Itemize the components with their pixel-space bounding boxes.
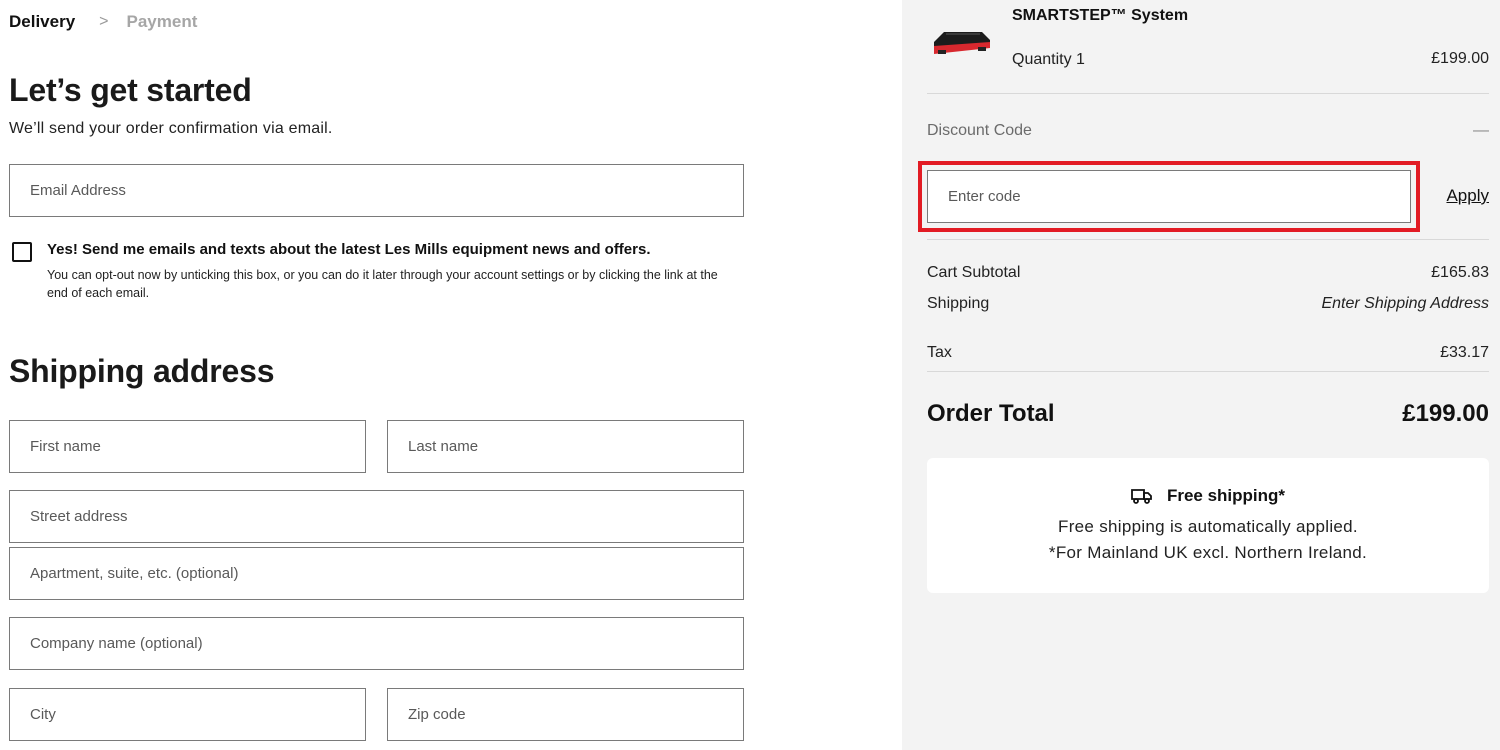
order-total-label: Order Total (927, 400, 1055, 427)
contact-subtitle: We’ll send your order confirmation via e… (9, 120, 333, 137)
last-name-field[interactable] (387, 420, 744, 473)
product-quantity: Quantity 1 (1012, 51, 1085, 68)
marketing-optin-title: Yes! Send me emails and texts about the … (47, 241, 651, 258)
order-summary-panel: SMARTSTEP™ System Quantity 1 £199.00 Dis… (902, 0, 1500, 750)
apartment-field[interactable] (9, 547, 744, 600)
street-address-input[interactable] (30, 508, 723, 525)
email-field[interactable] (9, 164, 744, 217)
marketing-optin-description: You can opt-out now by unticking this bo… (47, 268, 718, 300)
breadcrumb-payment[interactable]: Payment (127, 12, 198, 32)
free-shipping-line2: *For Mainland UK excl. Northern Ireland. (1048, 543, 1368, 562)
company-field[interactable] (9, 617, 744, 670)
shipping-heading: Shipping address (9, 353, 275, 389)
discount-code-field[interactable] (927, 170, 1411, 223)
marketing-optin-checkbox[interactable] (12, 242, 32, 262)
first-name-input[interactable] (30, 438, 345, 455)
product-price: £199.00 (1431, 50, 1489, 67)
last-name-input[interactable] (408, 438, 723, 455)
truck-icon (1131, 489, 1152, 504)
subtotal-value: £165.83 (1431, 264, 1489, 281)
shipping-value: Enter Shipping Address (1321, 295, 1489, 312)
company-input[interactable] (30, 635, 723, 652)
subtotal-label: Cart Subtotal (927, 264, 1021, 281)
divider (927, 93, 1489, 94)
divider (927, 239, 1489, 240)
breadcrumb-delivery[interactable]: Delivery (9, 12, 75, 32)
divider (927, 371, 1489, 372)
discount-code-label[interactable]: Discount Code (927, 122, 1032, 140)
product-thumbnail (934, 32, 990, 54)
zip-field[interactable] (387, 688, 744, 741)
discount-collapse-icon[interactable]: — (1473, 122, 1489, 140)
shipping-label: Shipping (927, 295, 990, 312)
order-total-value: £199.00 (1402, 400, 1489, 427)
free-shipping-title: Free shipping* (1166, 486, 1286, 505)
checkout-form-panel: Delivery > Payment Let’s get started We’… (0, 0, 902, 750)
city-field[interactable] (9, 688, 366, 741)
tax-label: Tax (927, 344, 952, 361)
apartment-input[interactable] (30, 565, 723, 582)
free-shipping-line1: Free shipping is automatically applied. (1058, 517, 1358, 536)
tax-value: £33.17 (1440, 344, 1489, 361)
contact-heading: Let’s get started (9, 72, 252, 108)
city-input[interactable] (30, 706, 345, 723)
product-name: SMARTSTEP™ System (1012, 7, 1189, 24)
email-input[interactable] (30, 182, 723, 199)
zip-input[interactable] (408, 706, 723, 723)
apply-discount-button[interactable]: Apply (1446, 186, 1489, 206)
breadcrumb: Delivery > Payment (9, 12, 197, 32)
discount-code-input[interactable] (948, 188, 1390, 205)
free-shipping-heading: Free shipping* (927, 486, 1489, 506)
first-name-field[interactable] (9, 420, 366, 473)
street-address-field[interactable] (9, 490, 744, 543)
breadcrumb-separator: > (99, 13, 109, 30)
free-shipping-card: Free shipping* Free shipping is automati… (927, 458, 1489, 593)
